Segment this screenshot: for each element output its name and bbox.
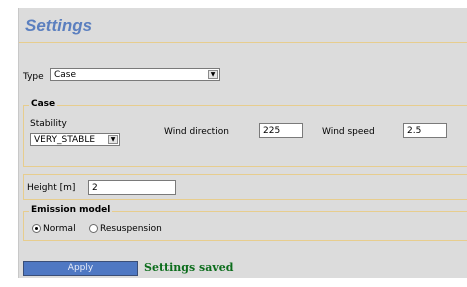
wind-speed-input[interactable]: [403, 123, 447, 138]
stability-select[interactable]: VERY_STABLE ▼: [30, 133, 120, 146]
settings-panel: Settings Type Case ▼ Case Stability VERY…: [18, 8, 467, 278]
stability-label: Stability: [30, 119, 67, 129]
height-input[interactable]: [88, 180, 176, 195]
emission-model-group: Emission model Normal Resuspension: [23, 205, 467, 241]
case-group-legend: Case: [29, 99, 58, 109]
wind-direction-label: Wind direction: [164, 127, 229, 137]
type-select[interactable]: Case ▼: [50, 68, 220, 81]
title-divider: [19, 42, 467, 43]
wind-direction-input[interactable]: [259, 123, 303, 138]
page-title: Settings: [25, 16, 93, 35]
normal-radio-label[interactable]: Normal: [43, 224, 76, 234]
chevron-down-icon[interactable]: ▼: [108, 135, 118, 144]
status-message: Settings saved: [144, 261, 234, 274]
chevron-down-icon[interactable]: ▼: [208, 70, 218, 79]
type-select-value: Case: [54, 70, 77, 80]
wind-speed-label: Wind speed: [322, 127, 375, 137]
resuspension-radio-label[interactable]: Resuspension: [100, 224, 162, 234]
height-group: Height [m]: [23, 174, 467, 200]
stability-select-value: VERY_STABLE: [34, 135, 96, 145]
apply-button[interactable]: Apply: [23, 261, 138, 276]
case-group: Case Stability VERY_STABLE ▼ Wind direct…: [23, 99, 467, 167]
emission-model-legend: Emission model: [29, 205, 113, 215]
height-label: Height [m]: [27, 183, 76, 193]
normal-radio[interactable]: [32, 224, 41, 233]
type-label: Type: [23, 72, 44, 82]
resuspension-radio[interactable]: [89, 224, 98, 233]
